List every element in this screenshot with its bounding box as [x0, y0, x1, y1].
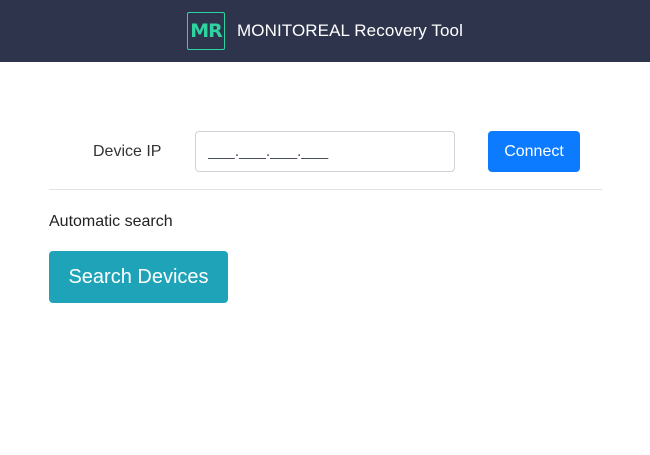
device-ip-label: Device IP [93, 143, 162, 160]
app-title: MONITOREAL Recovery Tool [237, 21, 463, 40]
automatic-search-label: Automatic search [49, 213, 173, 230]
app-header: MR MONITOREAL Recovery Tool [0, 0, 650, 62]
connect-button[interactable]: Connect [488, 131, 580, 172]
search-devices-button[interactable]: Search Devices [49, 251, 228, 303]
device-ip-input[interactable] [195, 131, 455, 172]
app-logo: MR [187, 12, 225, 50]
brand: MR MONITOREAL Recovery Tool [187, 12, 463, 50]
section-divider [49, 189, 602, 190]
